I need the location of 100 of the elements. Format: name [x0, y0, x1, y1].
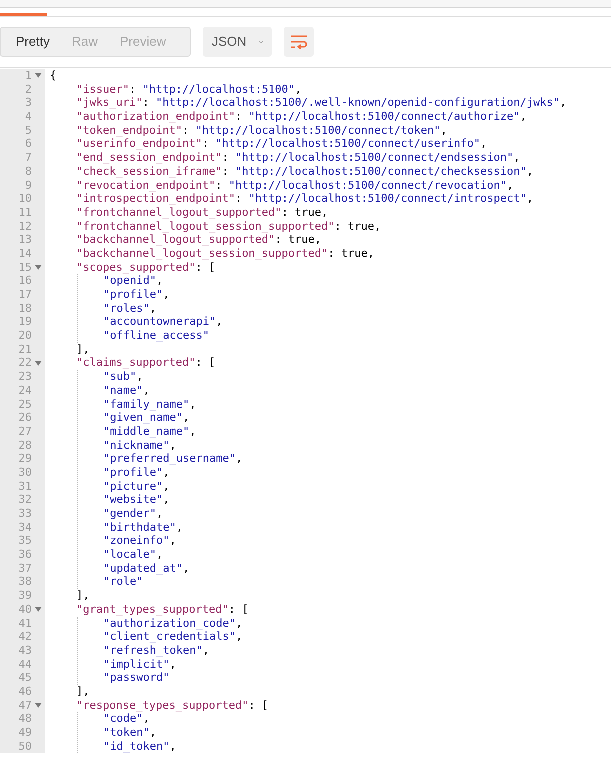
code-line: "backchannel_logout_supported": true,	[76, 233, 322, 247]
code-line: "locale",	[104, 548, 164, 562]
code-line: "implicit",	[104, 658, 176, 672]
code-line: "grant_types_supported": [	[76, 602, 249, 616]
line-number: 9	[25, 178, 32, 192]
format-dropdown[interactable]: JSON	[203, 27, 272, 57]
code-line: "gender",	[104, 507, 164, 521]
code-line: "response_types_supported": [	[76, 698, 269, 712]
line-number: 6	[25, 137, 32, 152]
line-number: 32	[18, 493, 32, 508]
code-line: "accountownerapi",	[104, 315, 223, 330]
line-number: 11	[18, 206, 32, 220]
line-number: 46	[18, 684, 32, 699]
line-number: 33	[18, 507, 32, 521]
code-line: "client_credentials",	[104, 630, 243, 644]
code-line: "id_token",	[104, 740, 176, 754]
code-line: "check_session_iframe": "http://localhost:5100/connect/checksession",	[76, 164, 534, 178]
code-line: "sub",	[104, 370, 144, 384]
code-line: {	[50, 69, 57, 83]
line-number: 25	[18, 398, 32, 412]
code-line: ],	[76, 684, 90, 699]
line-number: 26	[18, 411, 32, 425]
line-number: 23	[18, 370, 32, 384]
code-line: "frontchannel_logout_session_supported": true,	[76, 220, 382, 234]
fold-arrow-icon[interactable]	[35, 702, 42, 708]
code-line: "website",	[104, 493, 170, 507]
line-number: 20	[18, 329, 32, 343]
code-line: "middle_name",	[104, 424, 196, 439]
code-line: "picture",	[104, 480, 170, 494]
code-line: "backchannel_logout_session_supported": true,	[76, 246, 375, 261]
line-number: 1	[25, 69, 32, 83]
chevron-down-icon	[258, 38, 263, 46]
line-number: 10	[18, 192, 32, 206]
line-number: 27	[18, 424, 32, 439]
code-line: "role"	[104, 575, 144, 590]
line-number: 37	[18, 562, 32, 576]
code-line: "zoneinfo",	[104, 534, 176, 548]
code-line: "authorization_code",	[104, 616, 243, 630]
line-number: 22	[18, 356, 32, 370]
code-line: "userinfo_endpoint": "http://localhost:5100/connect/userinfo",	[76, 137, 488, 152]
code-line: "code",	[104, 712, 150, 726]
view-tab[interactable]: Pretty	[5, 32, 61, 52]
line-number: 12	[18, 220, 32, 234]
line-number: 45	[18, 671, 32, 685]
line-number: 24	[18, 384, 32, 398]
line-number: 50	[18, 740, 32, 754]
code-line: "token",	[104, 726, 156, 740]
line-number: 47	[18, 698, 32, 712]
code-line: "password"	[104, 671, 170, 685]
line-number: 48	[18, 712, 32, 726]
code-line: ],	[76, 589, 90, 603]
line-number: 29	[18, 452, 32, 466]
code-line: "name",	[104, 384, 150, 398]
line-number: 2	[25, 82, 32, 96]
line-number: 36	[18, 548, 32, 562]
code-line: "family_name",	[104, 398, 196, 412]
line-number: 8	[25, 164, 32, 179]
wrap-lines-icon	[290, 35, 308, 49]
code-line: "refresh_token",	[104, 644, 210, 658]
line-number: 19	[18, 315, 32, 330]
line-number: 43	[18, 644, 32, 658]
line-number: 17	[18, 288, 32, 302]
code-line: "updated_at",	[104, 562, 190, 576]
line-number: 21	[18, 342, 32, 356]
line-number: 5	[25, 124, 32, 138]
code-line: "claims_supported": [	[76, 356, 216, 370]
line-number: 30	[18, 466, 32, 480]
wrap-lines-button[interactable]	[284, 27, 314, 57]
code-line: "issuer": "http://localhost:5100",	[76, 82, 302, 96]
line-number: 28	[18, 438, 32, 452]
code-line: "preferred_username",	[104, 452, 243, 466]
fold-arrow-icon[interactable]	[35, 607, 42, 612]
line-number: 14	[18, 246, 32, 261]
code-line: "frontchannel_logout_supported": true,	[76, 206, 328, 220]
line-number: 42	[18, 630, 32, 644]
line-number: 44	[18, 658, 32, 672]
line-number: 38	[18, 575, 32, 590]
line-number: 31	[18, 480, 32, 494]
code-line: "introspection_endpoint": "http://localhost:5100/connect/introspect",	[76, 192, 534, 206]
code-line: "authorization_endpoint": "http://localhost:5100/connect/authorize",	[76, 110, 527, 124]
code-line: "given_name",	[104, 411, 190, 425]
fold-arrow-icon[interactable]	[35, 360, 42, 366]
code-line: "openid",	[104, 274, 164, 288]
line-number: 4	[25, 110, 32, 124]
code-line: "birthdate",	[104, 520, 183, 534]
line-number: 7	[25, 151, 32, 165]
fold-arrow-icon[interactable]	[35, 264, 42, 270]
line-number: 41	[18, 616, 32, 630]
line-number: 49	[18, 726, 32, 740]
code-line: "profile",	[104, 466, 170, 480]
fold-arrow-icon[interactable]	[35, 73, 42, 78]
code-line: "offline_access"	[104, 329, 210, 343]
line-number: 39	[18, 589, 32, 603]
line-number: 16	[18, 274, 32, 288]
code-line: "nickname",	[104, 438, 176, 452]
line-number: 3	[25, 96, 32, 110]
code-line: "end_session_endpoint": "http://localhost:5100/connect/endsession",	[76, 151, 520, 165]
line-number: 35	[18, 534, 32, 548]
line-number: 40	[18, 602, 32, 617]
line-number: 18	[18, 302, 32, 316]
